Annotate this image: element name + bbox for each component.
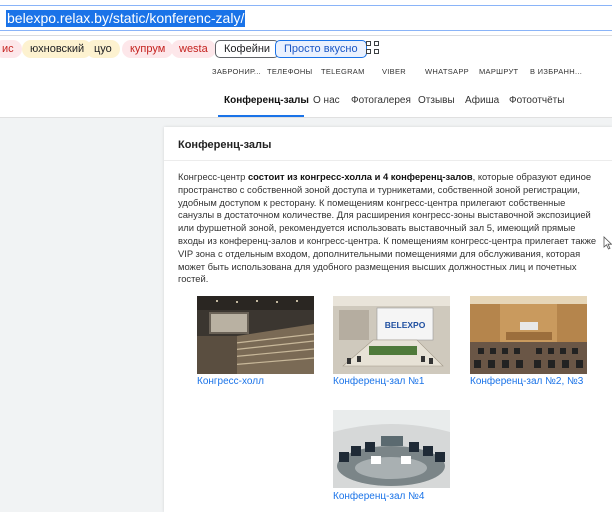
address-bar: belexpo.relax.by/static/konferenc-zaly/: [0, 0, 612, 36]
conf-hall-1-link[interactable]: Конференц-зал №1: [333, 376, 424, 387]
active-tab-indicator: [218, 115, 304, 117]
congress-hall-link[interactable]: Конгресс-холл: [197, 376, 264, 387]
tab-photoreports[interactable]: Фотоотчёты: [509, 95, 564, 106]
url-text[interactable]: belexpo.relax.by/static/konferenc-zaly/: [6, 10, 246, 27]
bookmark-chip[interactable]: ис: [0, 40, 22, 58]
bookmark-chip[interactable]: купрум: [122, 40, 174, 58]
tab-conference-halls[interactable]: Конференц-залы: [224, 95, 309, 106]
bookmark-chip[interactable]: Просто вкусно: [275, 40, 367, 58]
conf-hall-4-link[interactable]: Конференц-зал №4: [333, 491, 424, 502]
topnav-telegram[interactable]: TELEGRAM: [321, 67, 365, 76]
topnav-favorites[interactable]: В ИЗБРАНН...: [530, 67, 582, 76]
topnav-viber[interactable]: VIBER: [382, 67, 406, 76]
divider: [164, 160, 612, 161]
topnav-route[interactable]: МАРШРУТ: [479, 67, 518, 76]
bookmarks-bar: ис юхновский цуо купрум westa Кофейни Пр…: [0, 36, 612, 62]
tab-poster[interactable]: Афиша: [465, 95, 499, 106]
site-header: ЗАБРОНИР... ТЕЛЕФОНЫ TELEGRAM VIBER WHAT…: [0, 62, 612, 118]
bookmark-chip[interactable]: цуо: [86, 40, 120, 58]
page-title: Конференц-залы: [178, 139, 272, 151]
conf-hall-4-photo[interactable]: [333, 410, 450, 488]
conf-hall-2-3-photo[interactable]: [470, 296, 587, 374]
tab-reviews[interactable]: Отзывы: [418, 95, 455, 106]
intro-text: Конгресс-центр состоит из конгресс-холла…: [178, 171, 597, 285]
url-input[interactable]: belexpo.relax.by/static/konferenc-zaly/: [0, 5, 612, 31]
bookmark-chip[interactable]: Кофейни: [215, 40, 280, 58]
topnav-whatsapp[interactable]: WHATSAPP: [425, 67, 469, 76]
congress-hall-photo[interactable]: [197, 296, 314, 374]
intro-bold: состоит из конгресс-холла и 4 конференц-…: [247, 171, 473, 182]
bookmark-chip[interactable]: юхновский: [22, 40, 93, 58]
tab-photogallery[interactable]: Фотогалерея: [351, 95, 411, 106]
conf-hall-1-photo[interactable]: BELEXPO: [333, 296, 450, 374]
bookmark-chip[interactable]: westa: [171, 40, 216, 58]
apps-grid-icon[interactable]: [366, 41, 380, 55]
tab-about[interactable]: О нас: [313, 95, 340, 106]
topnav-book[interactable]: ЗАБРОНИР...: [212, 67, 261, 76]
topnav-phones[interactable]: ТЕЛЕФОНЫ: [267, 67, 313, 76]
mouse-cursor-icon: [603, 236, 612, 250]
conf-hall-2-3-link[interactable]: Конференц-зал №2, №3: [470, 376, 583, 387]
belexpo-logo: BELEXPO: [385, 320, 426, 330]
